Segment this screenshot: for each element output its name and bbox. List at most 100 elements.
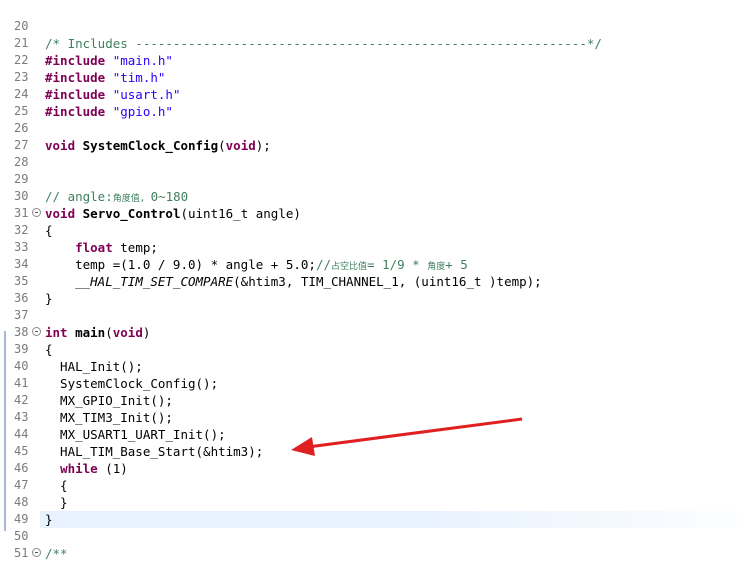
code-token: #include [45,87,113,102]
line-number: 46 [14,461,29,475]
code-text: #include "main.h" [45,52,173,69]
code-token: ) [142,325,151,340]
code-line[interactable]: 44 MX_USART1_UART_Init(); [0,426,747,443]
code-token: } [45,512,53,527]
code-token: void [45,206,83,221]
code-token: temp; [120,240,158,255]
code-token: main [75,325,106,340]
line-number: 21 [14,36,29,50]
code-text: { [45,222,53,239]
line-number: 32 [14,223,29,237]
code-editor[interactable]: 20 21 /* Includes ------------------------… [0,0,747,567]
line-number: 29 [14,172,29,186]
code-line[interactable]: 37 [0,307,747,324]
code-token: HAL_Init(); [45,359,143,374]
code-line[interactable]: 29 [0,171,747,188]
code-text: { [45,477,68,494]
code-line[interactable]: 36} [0,290,747,307]
code-text: /* Includes ----------------------------… [45,35,602,52]
line-number: 34 [14,257,29,271]
code-line[interactable]: 23 #include "tim.h" [0,69,747,86]
line-number: 48 [14,495,29,509]
line-number: 23 [14,70,29,84]
fold-toggle-icon[interactable] [32,208,41,217]
code-line[interactable]: 22 #include "main.h" [0,52,747,69]
line-number: 22 [14,53,29,67]
code-text: void Servo_Control(uint16_t angle) [45,205,301,222]
line-number: 36 [14,291,29,305]
code-token: "tim.h" [112,70,166,85]
code-line[interactable]: 21 /* Includes --------------------------… [0,35,747,52]
line-number: 49 [14,512,29,526]
code-token: { [45,478,68,493]
code-token: HAL_TIM_Base_Start(&htim3); [45,444,264,459]
code-token: while [60,461,98,476]
code-token: MX_TIM3_Init(); [45,410,173,425]
code-line[interactable]: 32 { [0,222,747,239]
code-line[interactable]: 38 int main(void) [0,324,747,341]
code-token: { [45,342,53,357]
code-token: void [112,325,143,340]
code-token: Servo_Control [82,206,181,221]
code-text: float temp; [45,239,158,256]
code-text: { [45,341,53,358]
code-line[interactable]: 41 SystemClock_Config(); [0,375,747,392]
code-token: 占空比值 [331,262,368,272]
code-line[interactable]: 39 { [0,341,747,358]
line-number: 39 [14,342,29,356]
code-text: HAL_Init(); [45,358,143,375]
line-number: 42 [14,393,29,407]
fold-toggle-icon[interactable] [32,327,41,336]
code-token: #include [45,53,113,68]
code-token: } [45,495,68,510]
code-token: /* Includes ----------------------------… [45,36,602,51]
code-line[interactable]: 34 temp =(1.0 / 9.0) * angle + 5.0;//占空比… [0,256,747,273]
code-line[interactable]: 47 { [0,477,747,494]
code-text: SystemClock_Config(); [45,375,218,392]
code-line[interactable]: 42 MX_GPIO_Init(); [0,392,747,409]
code-line[interactable]: 46 while (1) [0,460,747,477]
line-number: 25 [14,104,29,118]
code-text: HAL_TIM_Base_Start(&htim3); [45,443,263,460]
line-number: 44 [14,427,29,441]
code-token: ); [255,138,271,153]
fold-toggle-icon[interactable] [32,548,41,557]
code-line[interactable]: 25 #include "gpio.h" [0,103,747,120]
code-line[interactable]: 20 [0,18,747,35]
line-number: 43 [14,410,29,424]
code-token: // angle: [45,189,113,204]
code-line[interactable]: 45 HAL_TIM_Base_Start(&htim3); [0,443,747,460]
code-line[interactable]: 33 float temp; [0,239,747,256]
code-line[interactable]: 40 HAL_Init(); [0,358,747,375]
code-token: ( [105,325,113,340]
code-token: float [75,240,121,255]
code-text: int main(void) [45,324,150,341]
code-text: #include "gpio.h" [45,103,173,120]
code-text: MX_USART1_UART_Init(); [45,426,226,443]
code-text: } [45,494,68,511]
code-line[interactable]: 30 // angle:角度值, 0~180 [0,188,747,205]
code-token: temp =(1.0 / 9.0) * angle + 5.0; [45,257,316,272]
code-token: SystemClock_Config [82,138,219,153]
code-token: "gpio.h" [112,104,173,119]
code-token: 角度值, [112,194,151,204]
code-line[interactable]: 28 [0,154,747,171]
code-token: void [225,138,256,153]
code-line[interactable]: 35 __HAL_TIM_SET_COMPARE(&htim3, TIM_CHA… [0,273,747,290]
line-number: 47 [14,478,29,492]
code-token: { [45,223,53,238]
code-token: /** [45,546,68,561]
code-text: while (1) [45,460,128,477]
code-line[interactable]: 43 MX_TIM3_Init(); [0,409,747,426]
code-line[interactable]: 26 [0,120,747,137]
code-token: } [45,291,53,306]
code-token: void [45,138,83,153]
code-line[interactable]: 31 void Servo_Control(uint16_t angle) [0,205,747,222]
line-number: 37 [14,308,29,322]
code-token: (1) [97,461,128,476]
code-line[interactable]: 24 #include "usart.h" [0,86,747,103]
code-line[interactable]: 27 void SystemClock_Config(void); [0,137,747,154]
code-token: #include [45,70,113,85]
